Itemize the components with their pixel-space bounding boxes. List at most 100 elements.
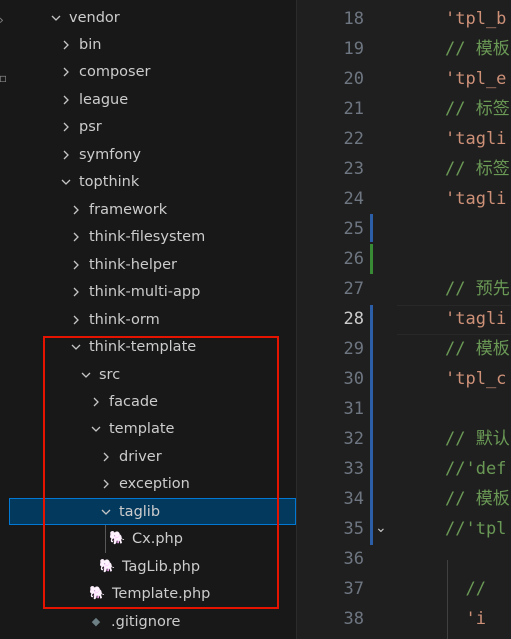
tree-folder-bin[interactable]: bin <box>9 31 296 58</box>
chevron-down-icon[interactable] <box>69 340 83 354</box>
code-line[interactable]: // 模板 <box>445 34 510 64</box>
tree-folder-symfony[interactable]: symfony <box>9 141 296 168</box>
tree-folder-think-helper[interactable]: think-helper <box>9 251 296 278</box>
chevron-right-icon[interactable] <box>69 203 83 217</box>
gutter-added-marker <box>370 244 373 274</box>
tree-folder-template[interactable]: template <box>9 415 296 442</box>
code-line[interactable]: // 模板 <box>445 484 510 514</box>
tree-folder-think-filesystem[interactable]: think-filesystem <box>9 223 296 250</box>
tree-item-label: think-template <box>89 338 197 355</box>
line-number: 37 <box>343 579 364 599</box>
php-elephant-icon: 🐘 <box>89 586 106 601</box>
code-line[interactable]: // 标签 <box>445 154 510 184</box>
line-number: 28 <box>343 309 364 329</box>
tree-folder-driver[interactable]: driver <box>9 443 296 470</box>
chevron-down-icon[interactable] <box>79 368 93 382</box>
tree-folder-vendor[interactable]: vendor <box>9 4 296 31</box>
code-line[interactable]: // <box>445 574 485 604</box>
code-line[interactable]: // 模板 <box>445 334 510 364</box>
activity-bar: › ▫ <box>0 0 9 639</box>
line-number: 34 <box>343 489 364 509</box>
line-number: 24 <box>343 189 364 209</box>
chevron-right-icon[interactable] <box>59 38 73 52</box>
tree-item-label: think-helper <box>89 256 177 273</box>
code-line[interactable]: 'tpl_c <box>445 364 506 394</box>
tree-item-label: topthink <box>79 173 140 190</box>
tree-item-label: taglib <box>119 503 161 520</box>
tree-folder-taglib[interactable]: taglib <box>9 498 296 525</box>
code-line[interactable]: 'tagli <box>445 304 506 334</box>
code-line[interactable]: 'tpl_e <box>445 64 506 94</box>
activity-icon-partial[interactable]: › <box>0 14 4 26</box>
chevron-right-icon[interactable] <box>59 148 73 162</box>
code-line[interactable]: 'tagli <box>445 184 506 214</box>
chevron-right-icon[interactable] <box>99 477 113 491</box>
tree-item-label: TagLib.php <box>122 558 201 575</box>
tree-folder-think-orm[interactable]: think-orm <box>9 306 296 333</box>
tree-item-label: think-orm <box>89 311 160 328</box>
code-editor[interactable]: ⌄ 18 'tpl_b 19 // 模板 20 'tpl_e 21 // 标签 22 'tagli… <box>297 0 511 639</box>
tree-item-label: think-multi-app <box>89 283 201 300</box>
tree-item-label: symfony <box>79 146 142 163</box>
activity-icon-partial[interactable]: ▫ <box>0 72 7 84</box>
tree-file-gitignore[interactable]: ◆ .gitignore <box>9 608 296 635</box>
tree-folder-think-template[interactable]: think-template <box>9 333 296 360</box>
line-number: 20 <box>343 69 364 89</box>
chevron-right-icon[interactable] <box>59 65 73 79</box>
file-explorer-tree: vendor bin composer league psr symfony topthin… <box>9 0 296 639</box>
tree-item-label: facade <box>109 393 158 410</box>
chevron-right-icon[interactable] <box>99 450 113 464</box>
line-number: 25 <box>343 219 364 239</box>
tree-folder-psr[interactable]: psr <box>9 113 296 140</box>
gutter-changed-marker <box>370 214 373 242</box>
tree-folder-exception[interactable]: exception <box>9 470 296 497</box>
gutter-changed-marker <box>370 305 373 545</box>
tree-item-label: Template.php <box>112 585 211 602</box>
chevron-right-icon[interactable] <box>89 395 103 409</box>
git-icon: ◆ <box>91 615 101 628</box>
chevron-down-icon[interactable] <box>99 505 113 519</box>
line-number: 29 <box>343 339 364 359</box>
chevron-down-icon[interactable] <box>49 11 63 25</box>
code-line[interactable]: // 标签 <box>445 94 510 124</box>
chevron-right-icon[interactable] <box>59 120 73 134</box>
code-line[interactable]: //'def <box>445 454 506 484</box>
tree-item-label: psr <box>79 118 102 135</box>
line-number: 30 <box>343 369 364 389</box>
chevron-right-icon[interactable] <box>69 285 83 299</box>
code-line[interactable]: // 默认 <box>445 424 510 454</box>
chevron-right-icon[interactable] <box>69 258 83 272</box>
fold-chevron-icon[interactable]: ⌄ <box>375 520 387 536</box>
tree-folder-think-multi-app[interactable]: think-multi-app <box>9 278 296 305</box>
tree-folder-league[interactable]: league <box>9 86 296 113</box>
code-line[interactable]: 'tpl_b <box>445 4 506 34</box>
code-line[interactable]: // 预先 <box>445 274 510 304</box>
tree-file-template-php[interactable]: 🐘 Template.php <box>9 580 296 607</box>
line-number: 19 <box>343 39 364 59</box>
chevron-right-icon[interactable] <box>59 93 73 107</box>
chevron-right-icon[interactable] <box>69 230 83 244</box>
line-number: 18 <box>343 9 364 29</box>
line-number: 36 <box>343 549 364 569</box>
line-number: 21 <box>343 99 364 119</box>
indent-guide <box>105 525 106 553</box>
chevron-down-icon[interactable] <box>59 175 73 189</box>
chevron-right-icon[interactable] <box>69 313 83 327</box>
tree-folder-topthink[interactable]: topthink <box>9 168 296 195</box>
code-line[interactable]: 'i <box>445 604 485 634</box>
tree-item-label: league <box>79 91 129 108</box>
code-line[interactable]: //'tpl <box>445 514 506 544</box>
tree-folder-composer[interactable]: composer <box>9 58 296 85</box>
chevron-down-icon[interactable] <box>89 422 103 436</box>
tree-folder-src[interactable]: src <box>9 361 296 388</box>
line-number: 27 <box>343 279 364 299</box>
tree-item-label: src <box>99 366 121 383</box>
line-number: 23 <box>343 159 364 179</box>
tree-folder-facade[interactable]: facade <box>9 388 296 415</box>
tree-file-cx-php[interactable]: 🐘 Cx.php <box>9 525 296 552</box>
tree-file-taglib-php[interactable]: 🐘 TagLib.php <box>9 553 296 580</box>
tree-item-label: think-filesystem <box>89 228 206 245</box>
tree-folder-framework[interactable]: framework <box>9 196 296 223</box>
code-line[interactable]: 'tagli <box>445 124 506 154</box>
tree-item-label: framework <box>89 201 168 218</box>
